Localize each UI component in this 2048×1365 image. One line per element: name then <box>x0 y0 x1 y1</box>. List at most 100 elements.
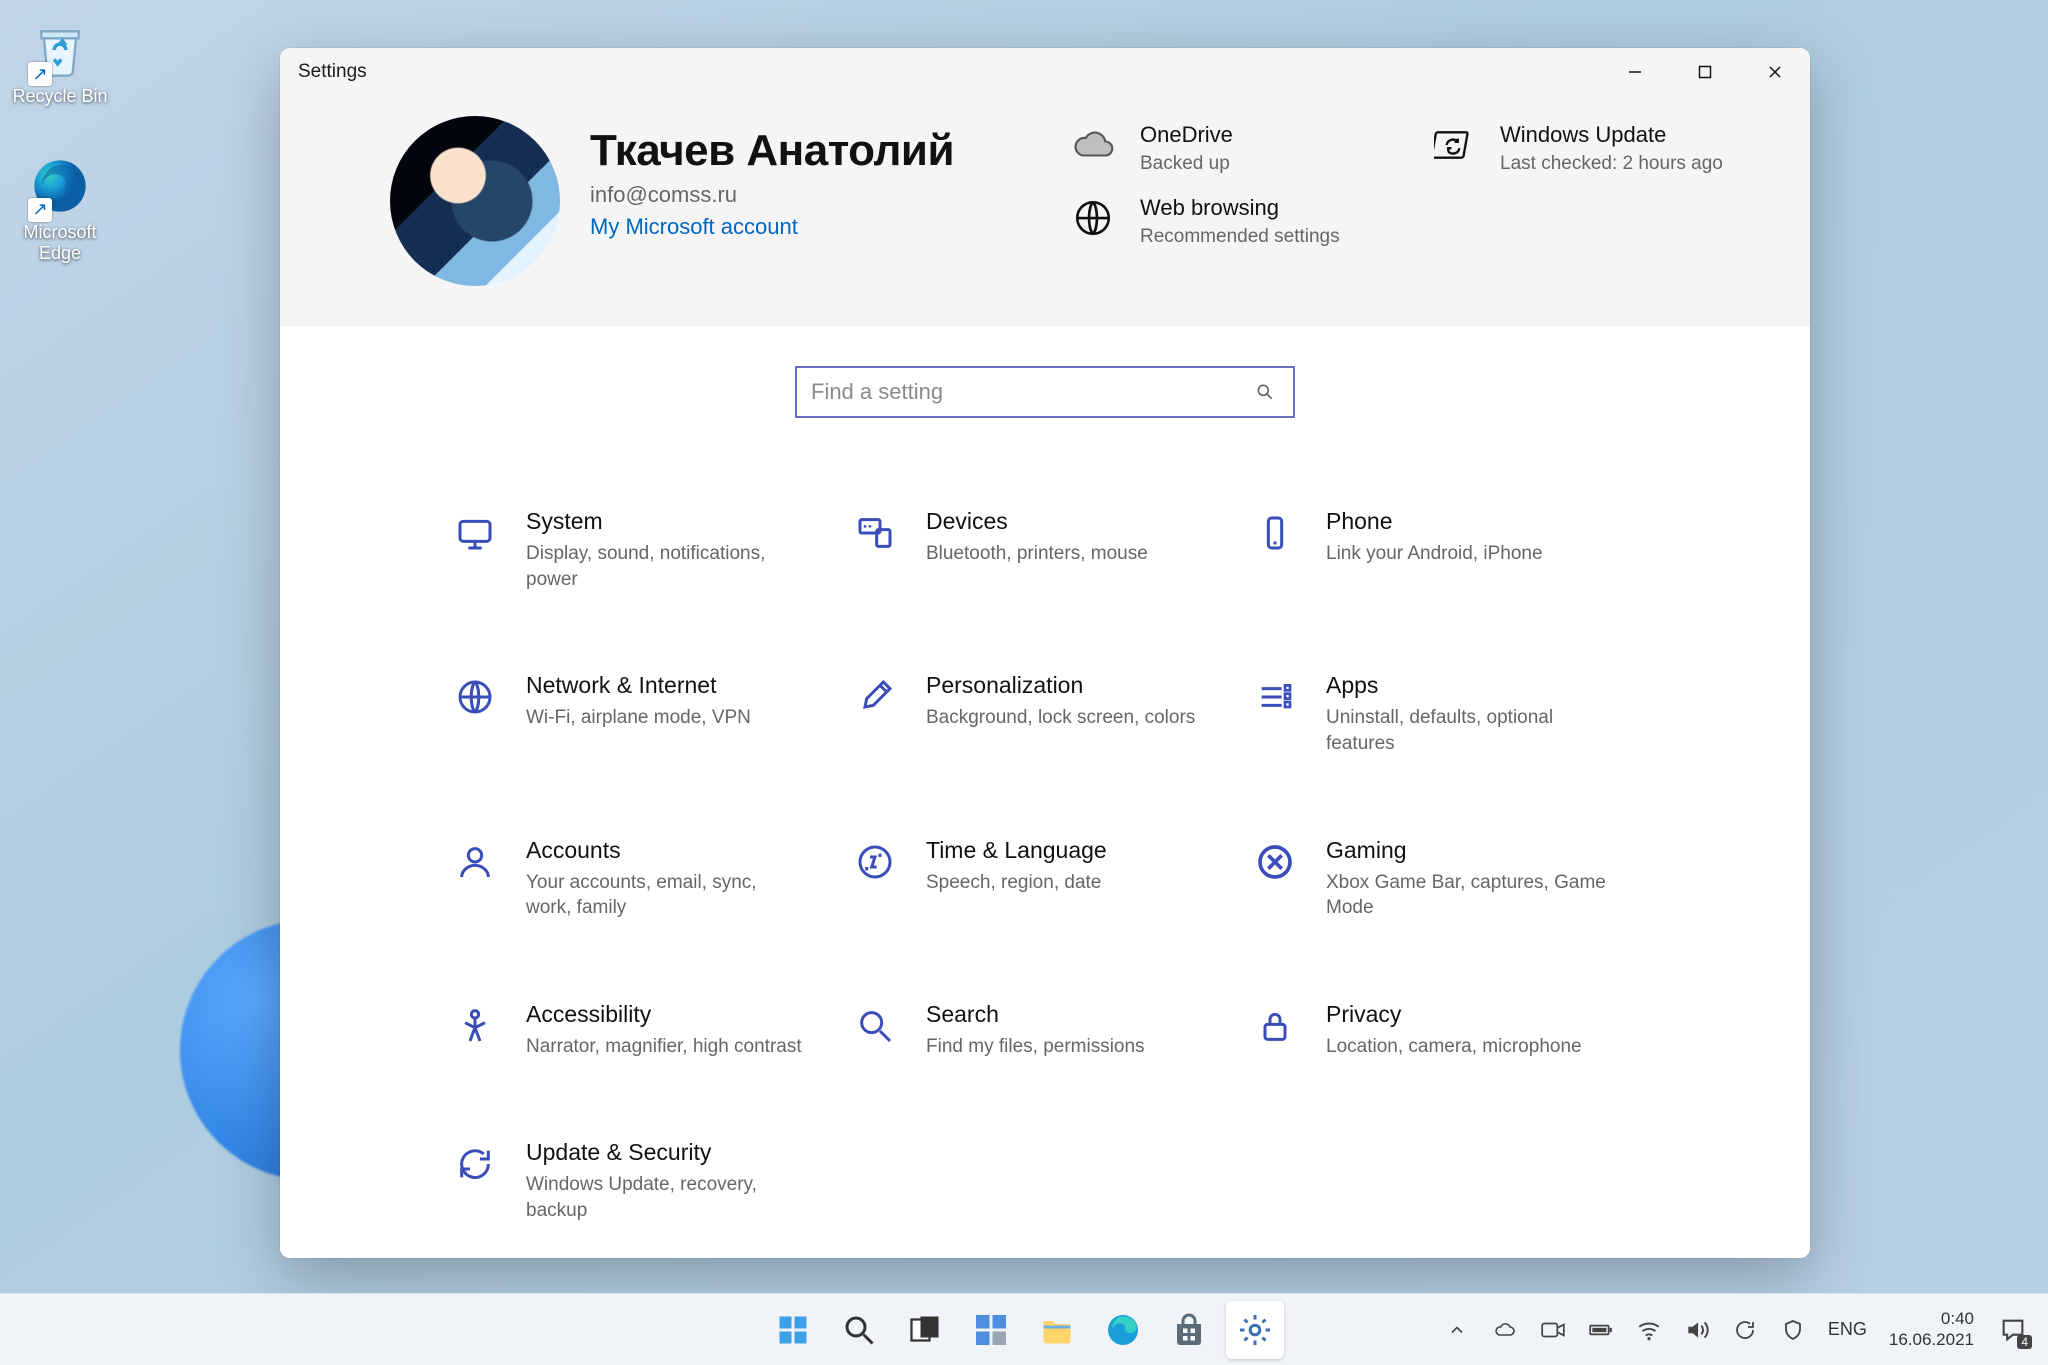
tray-language[interactable]: ENG <box>1828 1319 1867 1340</box>
person-icon <box>450 837 500 887</box>
globe-icon <box>450 672 500 722</box>
desktop-icon-edge[interactable]: ↗ Microsoft Edge <box>10 146 110 273</box>
tray-windows-update-icon[interactable] <box>1732 1317 1758 1343</box>
search-input[interactable] <box>811 379 1251 405</box>
search-icon[interactable] <box>1251 378 1279 406</box>
cloud-icon <box>1070 122 1116 168</box>
status-windows-update[interactable]: Windows Update Last checked: 2 hours ago <box>1430 122 1760 177</box>
accessibility-icon <box>450 1001 500 1051</box>
find-setting-search[interactable] <box>795 366 1295 418</box>
tray-chevron-icon[interactable] <box>1444 1317 1470 1343</box>
category-accounts[interactable]: Accounts Your accounts, email, sync, work… <box>450 837 840 921</box>
category-accessibility[interactable]: Accessibility Narrator, magnifier, high c… <box>450 1001 840 1060</box>
close-button[interactable] <box>1740 48 1810 96</box>
taskbar: ENG 0:40 16.06.2021 4 <box>0 1293 2048 1365</box>
tray-time: 0:40 <box>1889 1309 1974 1329</box>
category-subtitle: Link your Android, iPhone <box>1326 541 1543 567</box>
category-search[interactable]: Search Find my files, permissions <box>850 1001 1240 1060</box>
minimize-button[interactable] <box>1600 48 1670 96</box>
category-title: Time & Language <box>926 837 1107 864</box>
category-subtitle: Location, camera, microphone <box>1326 1034 1582 1060</box>
category-subtitle: Speech, region, date <box>926 870 1107 896</box>
settings-taskbar-button[interactable] <box>1226 1301 1284 1359</box>
status-sub: Backed up <box>1140 152 1233 177</box>
category-subtitle: Display, sound, notifications, power <box>526 541 806 592</box>
category-subtitle: Your accounts, email, sync, work, family <box>526 870 806 921</box>
category-title: Personalization <box>926 672 1195 699</box>
category-title: Accounts <box>526 837 806 864</box>
start-button[interactable] <box>764 1301 822 1359</box>
category-title: Devices <box>926 508 1148 535</box>
status-onedrive[interactable]: OneDrive Backed up <box>1070 122 1400 177</box>
microsoft-account-link[interactable]: My Microsoft account <box>590 214 954 240</box>
desktop-icon-label: Microsoft Edge <box>10 222 110 265</box>
tray-onedrive-icon[interactable] <box>1492 1317 1518 1343</box>
file-explorer-button[interactable] <box>1028 1301 1086 1359</box>
status-title: OneDrive <box>1140 122 1233 148</box>
monitor-icon <box>450 508 500 558</box>
task-view-button[interactable] <box>896 1301 954 1359</box>
category-title: Accessibility <box>526 1001 802 1028</box>
xbox-icon <box>1250 837 1300 887</box>
tray-volume-icon[interactable] <box>1684 1317 1710 1343</box>
status-title: Web browsing <box>1140 195 1340 221</box>
globe-icon <box>1070 195 1116 241</box>
desktop-icon-label: Recycle Bin <box>10 86 110 108</box>
desktop-icon-recycle-bin[interactable]: ↗ Recycle Bin <box>10 10 110 116</box>
category-subtitle: Bluetooth, printers, mouse <box>926 541 1148 567</box>
category-phone[interactable]: Phone Link your Android, iPhone <box>1250 508 1640 592</box>
action-center-button[interactable]: 4 <box>1996 1313 2030 1347</box>
category-subtitle: Uninstall, defaults, optional features <box>1326 705 1606 756</box>
store-button[interactable] <box>1160 1301 1218 1359</box>
tray-wifi-icon[interactable] <box>1636 1317 1662 1343</box>
edge-taskbar-button[interactable] <box>1094 1301 1152 1359</box>
category-personalization[interactable]: Personalization Background, lock screen, … <box>850 672 1240 756</box>
titlebar[interactable]: Settings <box>280 48 1810 96</box>
category-privacy[interactable]: Privacy Location, camera, microphone <box>1250 1001 1640 1060</box>
maximize-button[interactable] <box>1670 48 1740 96</box>
category-title: Update & Security <box>526 1139 806 1166</box>
pen-icon <box>850 672 900 722</box>
update-icon <box>1430 122 1476 168</box>
status-web-browsing[interactable]: Web browsing Recommended settings <box>1070 195 1400 250</box>
tray-clock[interactable]: 0:40 16.06.2021 <box>1889 1309 1974 1350</box>
category-devices[interactable]: Devices Bluetooth, printers, mouse <box>850 508 1240 592</box>
category-system[interactable]: System Display, sound, notifications, pow… <box>450 508 840 592</box>
user-name: Ткачев Анатолий <box>590 126 954 176</box>
category-apps[interactable]: Apps Uninstall, defaults, optional featur… <box>1250 672 1640 756</box>
status-sub: Recommended settings <box>1140 225 1340 250</box>
language-clock-icon <box>850 837 900 887</box>
category-subtitle: Find my files, permissions <box>926 1034 1145 1060</box>
category-gaming[interactable]: GamingXbox Game Bar, captures, Game Mode <box>1250 837 1640 921</box>
magnifier-icon <box>850 1001 900 1051</box>
category-time-language[interactable]: Time & Language Speech, region, date <box>850 837 1240 921</box>
category-title: Network & Internet <box>526 672 751 699</box>
category-title: Search <box>926 1001 1145 1028</box>
shortcut-arrow-icon: ↗ <box>28 62 52 86</box>
category-subtitle: Windows Update, recovery, backup <box>526 1172 806 1223</box>
avatar[interactable] <box>390 116 560 286</box>
category-subtitle: Narrator, magnifier, high contrast <box>526 1034 802 1060</box>
category-title: Privacy <box>1326 1001 1582 1028</box>
user-email: info@comss.ru <box>590 182 954 208</box>
tray-date: 16.06.2021 <box>1889 1330 1974 1350</box>
category-subtitle: Xbox Game Bar, captures, Game Mode <box>1326 870 1606 921</box>
category-title: Apps <box>1326 672 1606 699</box>
phone-icon <box>1250 508 1300 558</box>
category-subtitle: Background, lock screen, colors <box>926 705 1195 731</box>
tray-meet-now-icon[interactable] <box>1540 1317 1566 1343</box>
settings-header: Ткачев Анатолий info@comss.ru My Microso… <box>280 96 1810 326</box>
category-update-security[interactable]: Update & Security Windows Update, recover… <box>450 1139 840 1223</box>
list-icon <box>1250 672 1300 722</box>
category-network[interactable]: Network & InternetWi-Fi, airplane mode, … <box>450 672 840 756</box>
category-title: System <box>526 508 806 535</box>
keyboard-mouse-icon <box>850 508 900 558</box>
category-title: Phone <box>1326 508 1543 535</box>
tray-security-icon[interactable] <box>1780 1317 1806 1343</box>
sync-icon <box>450 1139 500 1189</box>
tray-battery-icon[interactable] <box>1588 1317 1614 1343</box>
taskbar-search-button[interactable] <box>830 1301 888 1359</box>
shortcut-arrow-icon: ↗ <box>28 198 52 222</box>
widgets-button[interactable] <box>962 1301 1020 1359</box>
status-title: Windows Update <box>1500 122 1723 148</box>
